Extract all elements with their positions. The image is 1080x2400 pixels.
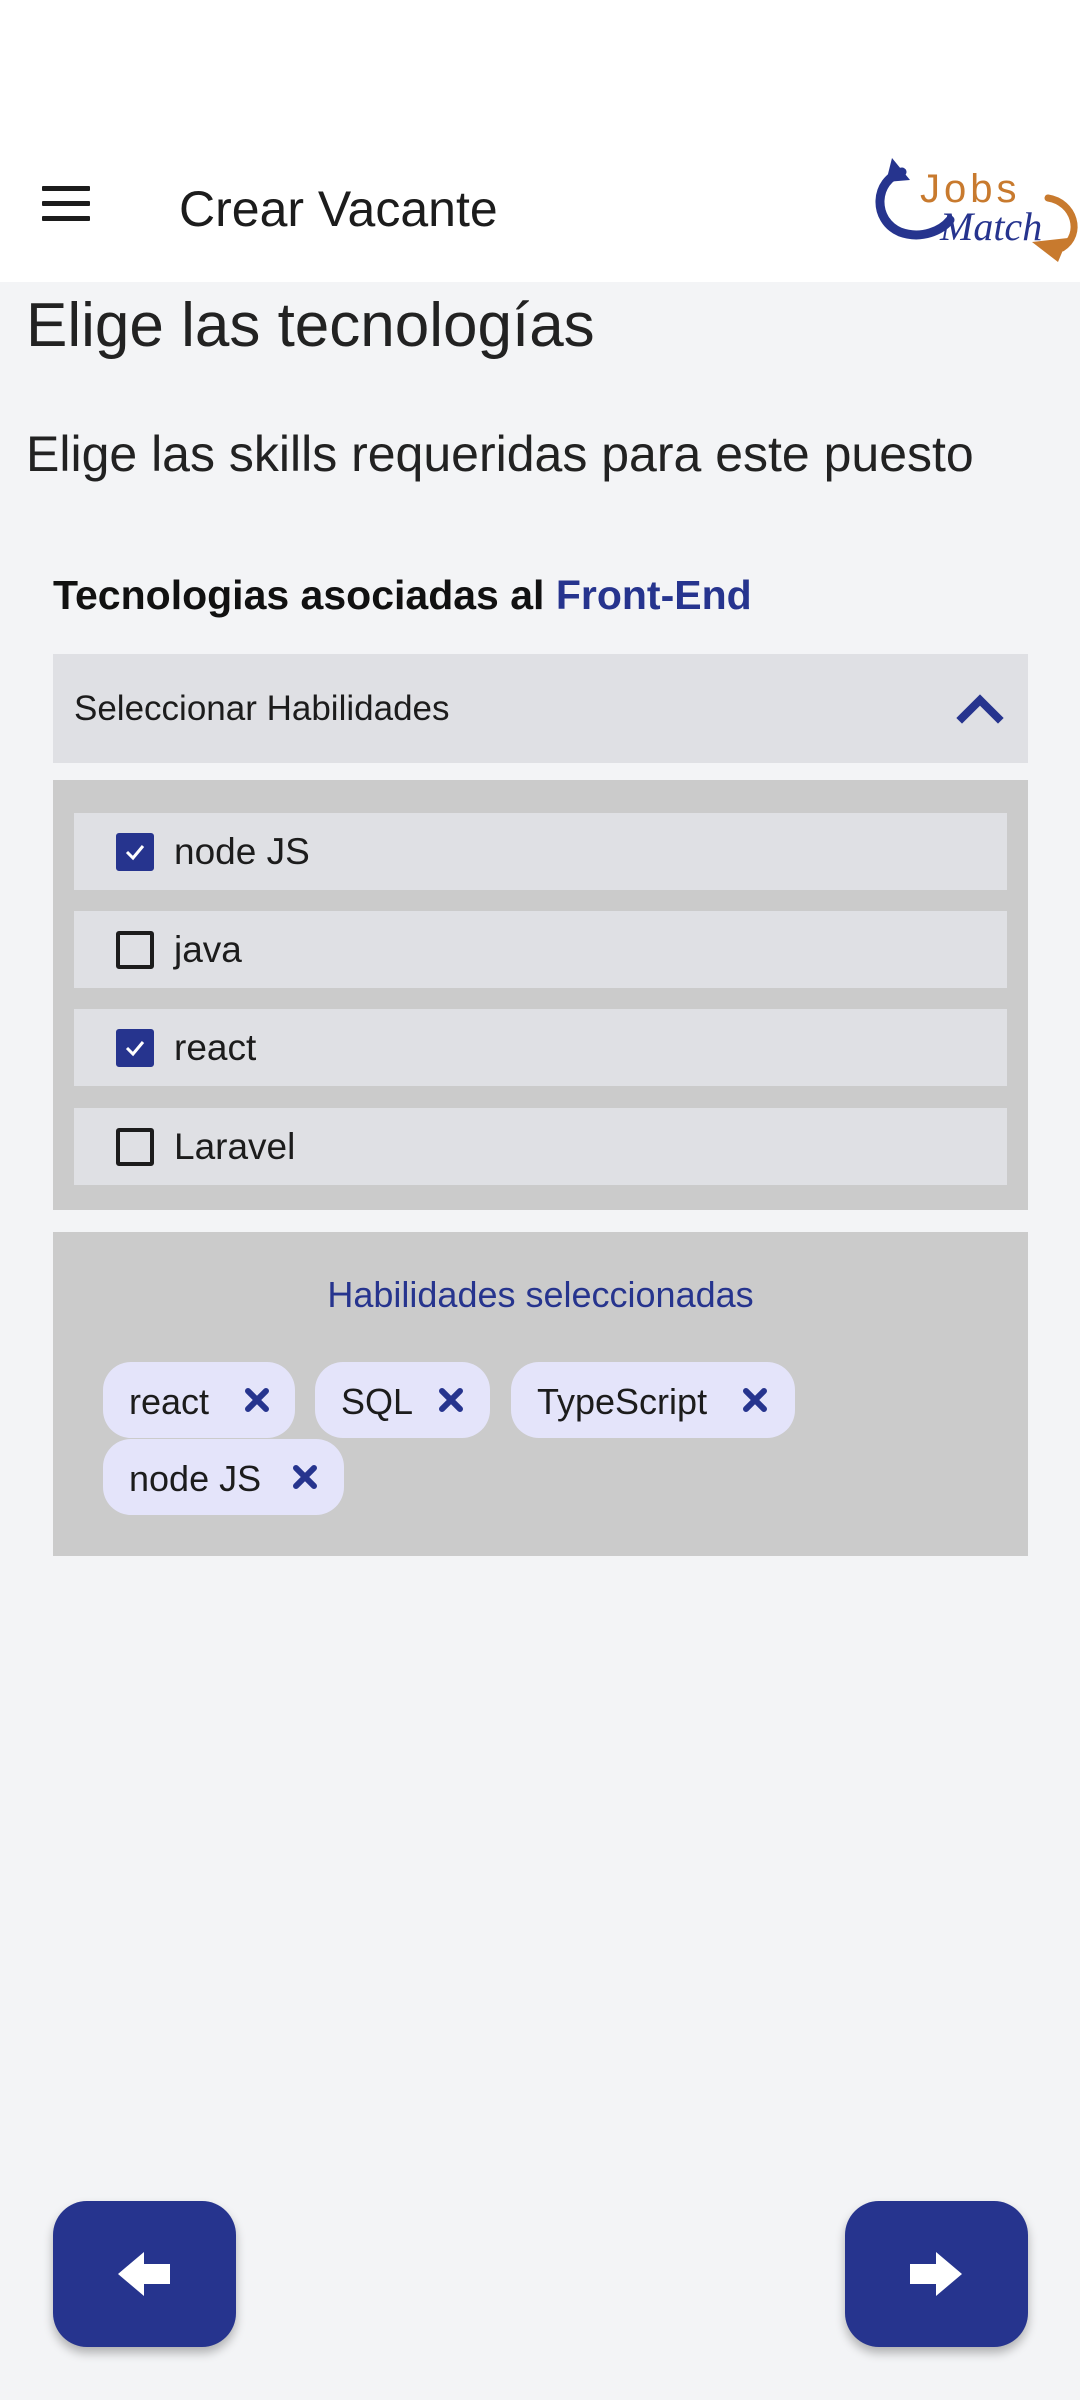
arrow-right-icon [910, 2252, 962, 2296]
check-icon [125, 845, 145, 861]
close-icon[interactable] [291, 1463, 319, 1491]
close-icon[interactable] [741, 1386, 769, 1414]
option-react[interactable]: react [74, 1009, 1007, 1086]
close-icon[interactable] [243, 1386, 271, 1414]
menu-icon [42, 186, 90, 191]
chip-label: node JS [129, 1458, 262, 1499]
next-button[interactable] [845, 2201, 1028, 2347]
logo-text-bottom: Match [939, 204, 1042, 249]
option-checkbox[interactable] [116, 1128, 154, 1166]
option-label: node JS [174, 831, 310, 872]
dropdown-label: Seleccionar Habilidades [74, 689, 450, 728]
chip-react: react [103, 1362, 295, 1438]
skills-options-list: node JS java react Laravel [53, 780, 1028, 1210]
option-java[interactable]: java [74, 911, 1007, 988]
chevron-up-icon[interactable] [956, 686, 1004, 726]
option-node-js[interactable]: node JS [74, 813, 1007, 890]
chip-label: react [129, 1381, 210, 1422]
chip-sql: SQL [315, 1362, 490, 1438]
jobsmatch-logo: Jobs Match [875, 158, 1078, 262]
section-title: Tecnologias asociadas al Front-End [53, 572, 752, 619]
section-title-prefix: Tecnologias asociadas al [53, 572, 556, 618]
status-bar [0, 0, 1080, 130]
menu-button[interactable] [28, 164, 108, 244]
option-checkbox[interactable] [116, 931, 154, 969]
chip-label: TypeScript [537, 1381, 708, 1422]
skills-dropdown[interactable]: Seleccionar Habilidades [53, 654, 1028, 763]
check-icon [125, 1041, 145, 1057]
close-icon[interactable] [437, 1386, 465, 1414]
chip-node-js: node JS [103, 1439, 344, 1515]
chip-typescript: TypeScript [511, 1362, 795, 1438]
chip-label: SQL [341, 1381, 414, 1422]
selected-skills-panel: Habilidades seleccionadas react SQL Type… [53, 1232, 1028, 1556]
option-laravel[interactable]: Laravel [74, 1108, 1007, 1185]
option-label: react [174, 1027, 257, 1068]
option-label: Laravel [174, 1126, 296, 1167]
app-bar: Crear Vacante Jobs Match [0, 130, 1080, 282]
option-checkbox[interactable] [116, 833, 154, 871]
option-checkbox[interactable] [116, 1029, 154, 1067]
back-button[interactable] [53, 2201, 236, 2347]
page-subheading: Elige las skills requeridas para este pu… [26, 426, 974, 482]
section-title-accent: Front-End [555, 572, 752, 618]
page-heading: Elige las tecnologías [26, 291, 595, 360]
option-label: java [174, 929, 242, 970]
page-title: Crear Vacante [179, 181, 498, 237]
arrow-left-icon [118, 2252, 170, 2296]
selected-skills-title: Habilidades seleccionadas [327, 1274, 754, 1315]
